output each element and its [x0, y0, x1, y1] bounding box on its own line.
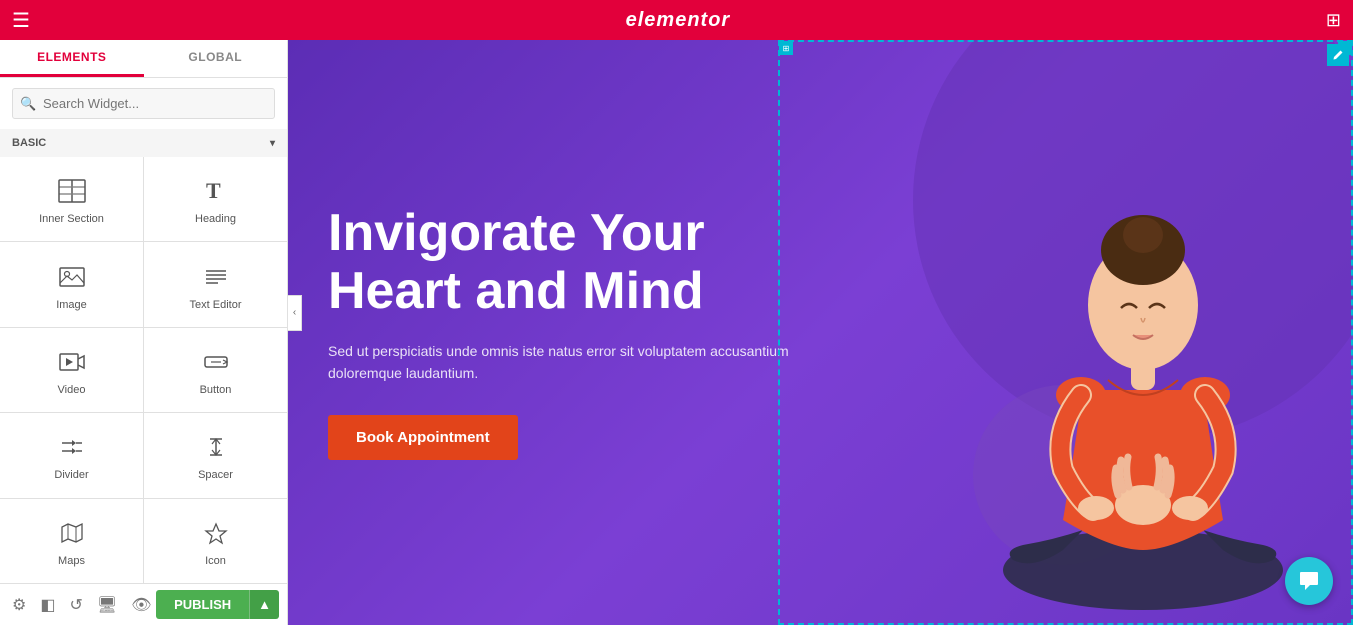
- canvas-content: Invigorate Your Heart and Mind Sed ut pe…: [288, 40, 1353, 625]
- chat-bubble[interactable]: [1285, 557, 1333, 605]
- hero-subtext: Sed ut perspiciatis unde omnis iste natu…: [328, 340, 808, 385]
- video-icon: [58, 350, 86, 378]
- maps-icon: [58, 521, 86, 549]
- widget-heading[interactable]: T Heading: [144, 157, 287, 241]
- bottom-icon-group: ⚙ ◧ ↺ 🖥 👁: [8, 591, 156, 619]
- search-input[interactable]: [12, 88, 275, 119]
- widget-inner-section-label: Inner Section: [39, 213, 104, 225]
- search-container: 🔍: [0, 78, 287, 129]
- button-icon: [202, 350, 230, 378]
- search-wrapper: 🔍: [12, 88, 275, 119]
- widget-divider[interactable]: Divider: [0, 413, 143, 497]
- inner-section-icon: [58, 179, 86, 207]
- main-layout: ELEMENTS GLOBAL 🔍 BASIC ▾: [0, 40, 1353, 625]
- grid-icon[interactable]: ⊞: [1326, 10, 1341, 31]
- widget-video[interactable]: Video: [0, 328, 143, 412]
- section-label-basic: BASIC ▾: [0, 129, 287, 157]
- widget-text-editor-label: Text Editor: [190, 299, 242, 311]
- widget-spacer-label: Spacer: [198, 469, 233, 481]
- sidebar-tabs: ELEMENTS GLOBAL: [0, 40, 287, 78]
- sidebar: ELEMENTS GLOBAL 🔍 BASIC ▾: [0, 40, 288, 625]
- search-icon: 🔍: [20, 96, 36, 112]
- widget-spacer[interactable]: Spacer: [144, 413, 287, 497]
- responsive-icon[interactable]: 🖥: [93, 591, 121, 619]
- preview-icon[interactable]: 👁: [127, 591, 155, 619]
- widget-inner-section[interactable]: Inner Section: [0, 157, 143, 241]
- image-icon: [58, 265, 86, 293]
- layers-icon[interactable]: ◧: [36, 591, 59, 619]
- yoga-figure: [833, 40, 1353, 625]
- widget-maps[interactable]: Maps: [0, 499, 143, 583]
- widget-button-label: Button: [200, 384, 232, 396]
- widget-grid: Inner Section T Heading: [0, 157, 287, 583]
- widget-button[interactable]: Button: [144, 328, 287, 412]
- bottom-toolbar: ⚙ ◧ ↺ 🖥 👁 PUBLISH ▲: [0, 583, 287, 625]
- chevron-down-icon: ▾: [270, 138, 275, 149]
- top-bar: ☰ elementor ⊞: [0, 0, 1353, 40]
- widget-image-label: Image: [56, 299, 87, 311]
- widget-divider-label: Divider: [54, 469, 88, 481]
- divider-icon: [58, 435, 86, 463]
- text-editor-icon: [202, 265, 230, 293]
- settings-icon[interactable]: ⚙: [8, 591, 30, 619]
- widget-maps-label: Maps: [58, 555, 85, 567]
- publish-button[interactable]: PUBLISH: [156, 590, 249, 619]
- widget-text-editor[interactable]: Text Editor: [144, 242, 287, 326]
- publish-btn-group: PUBLISH ▲: [156, 590, 279, 619]
- canvas-area[interactable]: Invigorate Your Heart and Mind Sed ut pe…: [288, 40, 1353, 625]
- widget-image[interactable]: Image: [0, 242, 143, 326]
- canvas-edit-icon[interactable]: [1327, 44, 1349, 66]
- tab-elements[interactable]: ELEMENTS: [0, 40, 144, 77]
- widget-icon[interactable]: Icon: [144, 499, 287, 583]
- publish-arrow-button[interactable]: ▲: [249, 590, 279, 619]
- icon-widget-icon: [202, 521, 230, 549]
- widget-video-label: Video: [58, 384, 86, 396]
- svg-text:T: T: [206, 179, 221, 203]
- widget-heading-label: Heading: [195, 213, 236, 225]
- heading-icon: T: [202, 179, 230, 207]
- sidebar-toggle[interactable]: ‹: [288, 295, 302, 331]
- hamburger-icon[interactable]: ☰: [12, 8, 30, 33]
- tab-global[interactable]: GLOBAL: [144, 40, 288, 77]
- section-label-text: BASIC: [12, 137, 46, 149]
- canvas-text: Invigorate Your Heart and Mind Sed ut pe…: [288, 40, 848, 625]
- widget-icon-label: Icon: [205, 555, 226, 567]
- hero-heading: Invigorate Your Heart and Mind: [328, 205, 808, 319]
- logo: elementor: [626, 9, 731, 32]
- spacer-icon: [202, 435, 230, 463]
- history-icon[interactable]: ↺: [65, 591, 86, 619]
- book-appointment-button[interactable]: Book Appointment: [328, 415, 518, 460]
